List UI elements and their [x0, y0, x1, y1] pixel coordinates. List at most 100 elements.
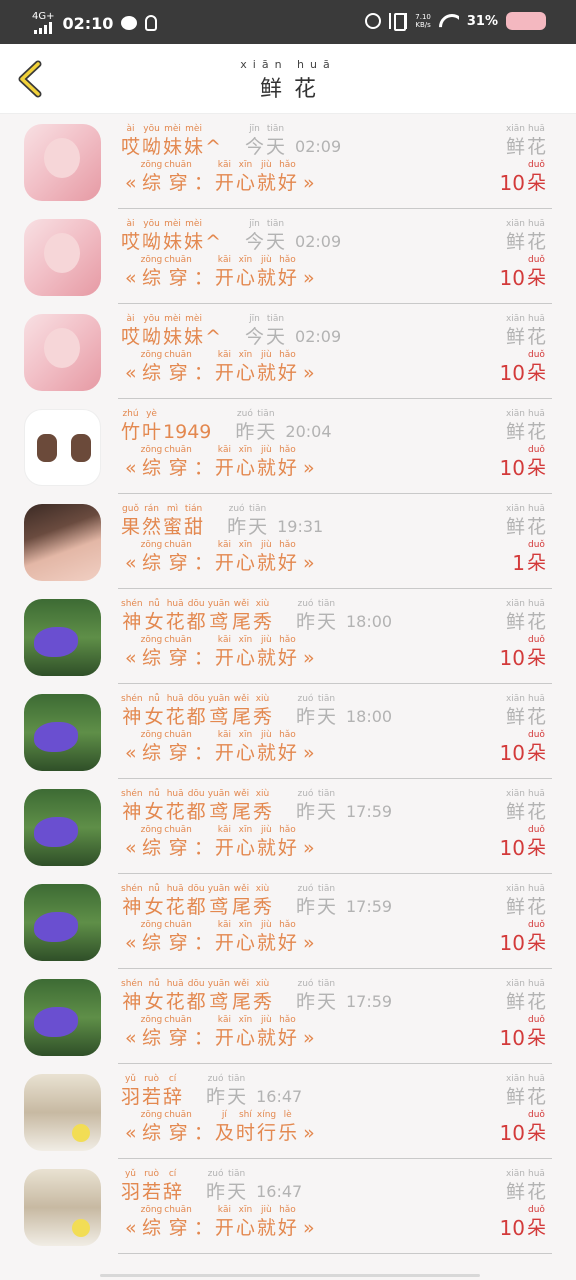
hanzi: 心 — [235, 742, 255, 764]
pinyin: duǒ — [528, 1015, 545, 1025]
pinyin: huā — [166, 599, 184, 609]
pinyin: zōng — [140, 635, 163, 645]
avatar[interactable] — [24, 409, 101, 486]
flower-record-list[interactable]: ài 哎 yōu 呦 mèi 妹 mèi 妹 ^ jīn 今 tiān 天 02:09 «zōng 综 chuā… — [0, 114, 576, 1280]
list-item[interactable]: shén 神 nǚ 女 huā 花 dōu 都 yuān 鸢 wěi 尾 xiù 秀 zuó 昨 tiān 天 18… — [0, 684, 576, 779]
flower-count: 1 duǒ 朵 — [512, 540, 548, 575]
pinyin: huā — [166, 979, 184, 989]
page-title: xiān huā 鲜花 — [0, 58, 576, 103]
hanzi: 花 — [526, 1181, 546, 1203]
message-char: zōng 综 — [141, 1205, 163, 1240]
list-item[interactable]: ài 哎 yōu 呦 mèi 妹 mèi 妹 ^ jīn 今 tiān 天 02:09 «zōng 综 chuā… — [0, 209, 576, 304]
day-char: tiān 天 — [317, 599, 336, 634]
pinyin: zuó — [297, 979, 314, 989]
list-item[interactable]: shén 神 nǚ 女 huā 花 dōu 都 yuān 鸢 wěi 尾 xiù 秀 zuó 昨 tiān 天 18… — [0, 589, 576, 684]
pinyin: shén — [121, 694, 143, 704]
message-char: kāi 开 — [215, 730, 234, 765]
message-char: jiù 就 — [257, 160, 276, 195]
avatar[interactable] — [24, 884, 101, 961]
pinyin: xiān — [505, 1074, 525, 1084]
hanzi: 行 — [257, 1122, 277, 1144]
list-item[interactable]: shén 神 nǚ 女 huā 花 dōu 都 yuān 鸢 wěi 尾 xiù 秀 zuó 昨 tiān 天 17… — [0, 969, 576, 1064]
day-char: jīn 今 — [245, 314, 264, 349]
hanzi: 尾 — [231, 801, 251, 823]
pinyin: zōng — [140, 730, 163, 740]
hanzi: 就 — [256, 647, 276, 669]
app-header: xiān huā 鲜花 — [0, 44, 576, 114]
day-char: tiān 天 — [248, 504, 267, 539]
avatar[interactable] — [24, 599, 101, 676]
pinyin: kāi — [217, 255, 231, 265]
avatar[interactable] — [24, 789, 101, 866]
list-item[interactable]: zhú 竹 yè 叶 1949 zuó 昨 tiān 天 20:04 «zōng 综 chuān 穿： kā… — [0, 399, 576, 494]
pinyin: xiān — [505, 409, 525, 419]
hanzi: 呦 — [142, 136, 162, 158]
pinyin: mèi — [164, 314, 181, 324]
flower-count: 10 duǒ 朵 — [500, 1205, 548, 1240]
avatar[interactable] — [24, 1074, 101, 1151]
clock: 02:10 — [62, 13, 114, 33]
avatar[interactable] — [24, 694, 101, 771]
sender-name-char: dōu 都 — [187, 789, 206, 824]
day-label: zuó 昨 tiān 天 — [296, 884, 338, 919]
list-item[interactable]: shén 神 nǚ 女 huā 花 dōu 都 yuān 鸢 wěi 尾 xiù 秀 zuó 昨 tiān 天 17… — [0, 874, 576, 969]
avatar[interactable] — [24, 219, 101, 296]
pinyin: dōu — [187, 694, 205, 704]
hanzi: 好 — [277, 837, 297, 859]
pinyin: zuó — [207, 1074, 224, 1084]
hanzi: 就 — [256, 172, 276, 194]
flower-count: 10 duǒ 朵 — [500, 730, 548, 765]
message-char: xīn 心 — [236, 445, 255, 480]
message-char: jiù 就 — [257, 635, 276, 670]
hanzi: 心 — [235, 172, 255, 194]
avatar[interactable] — [24, 124, 101, 201]
avatar[interactable] — [24, 504, 101, 581]
hanzi: 穿 — [168, 362, 188, 384]
pinyin: shén — [121, 599, 143, 609]
day-label: zuó 昨 tiān 天 — [206, 1169, 248, 1204]
list-item[interactable]: guǒ 果 rán 然 mì 蜜 tián 甜 zuó 昨 tiān 天 19:31 «zōng 综 chuā… — [0, 494, 576, 589]
day-char: zuó 昨 — [296, 789, 315, 824]
pinyin: shén — [121, 789, 143, 799]
message-char: chuān 穿 — [164, 160, 192, 195]
pinyin: xiān — [505, 884, 525, 894]
list-item[interactable]: ài 哎 yōu 呦 mèi 妹 mèi 妹 ^ jīn 今 tiān 天 02:09 «zōng 综 chuā… — [0, 304, 576, 399]
hanzi: 昨 — [295, 991, 315, 1013]
list-item[interactable]: shén 神 nǚ 女 huā 花 dōu 都 yuān 鸢 wěi 尾 xiù 秀 zuó 昨 tiān 天 17… — [0, 779, 576, 874]
pinyin: chuān — [164, 1205, 192, 1215]
list-item[interactable]: ài 哎 yōu 呦 mèi 妹 mèi 妹 ^ jīn 今 tiān 天 02:09 «zōng 综 chuā… — [0, 114, 576, 209]
message-char: jiù 就 — [257, 350, 276, 385]
page-title-pinyin: xiān huā — [0, 58, 576, 71]
message-char: hǎo 好 — [278, 920, 297, 955]
message-char: jiù 就 — [257, 1205, 276, 1240]
avatar[interactable] — [24, 979, 101, 1056]
message-char: ： — [194, 540, 213, 575]
pinyin: chuān — [164, 540, 192, 550]
message-char: kāi 开 — [215, 445, 234, 480]
pinyin: duǒ — [528, 1205, 545, 1215]
pinyin: ài — [126, 314, 135, 324]
sender-line: shén 神 nǚ 女 huā 花 dōu 都 yuān 鸢 wěi 尾 xiù 秀 zuó 昨 tiān 天 17… — [121, 884, 392, 919]
avatar[interactable] — [24, 1169, 101, 1246]
pinyin: zōng — [140, 445, 163, 455]
day-label: jīn 今 tiān 天 — [245, 124, 287, 159]
pinyin: zōng — [140, 920, 163, 930]
avatar[interactable] — [24, 314, 101, 391]
open-quote: « — [125, 1217, 137, 1239]
day-char: tiān 天 — [266, 314, 285, 349]
list-item[interactable]: yǔ 羽 ruò 若 cí 辞 zuó 昨 tiān 天 16:47 «zōng 综 chuān 穿： kāi… — [0, 1159, 576, 1254]
open-quote: « — [125, 1122, 137, 1144]
timestamp: 02:09 — [295, 327, 342, 346]
pinyin: chuān — [164, 1015, 192, 1025]
message-char: chuān 穿 — [164, 445, 192, 480]
pinyin: huā — [528, 789, 545, 799]
hanzi: ： — [193, 172, 213, 194]
pinyin: yuān — [207, 599, 230, 609]
list-item[interactable]: yǔ 羽 ruò 若 cí 辞 zuó 昨 tiān 天 16:47 «zōng 综 chuān 穿： jí 及… — [0, 1064, 576, 1159]
day-char: zuó 昨 — [206, 1074, 225, 1109]
open-quote: « — [125, 1027, 137, 1049]
hanzi: 鲜 — [505, 421, 525, 443]
sender-name-char: mèi 妹 — [184, 124, 203, 159]
day-label: zuó 昨 tiān 天 — [235, 409, 277, 444]
hanzi: ： — [193, 1027, 213, 1049]
